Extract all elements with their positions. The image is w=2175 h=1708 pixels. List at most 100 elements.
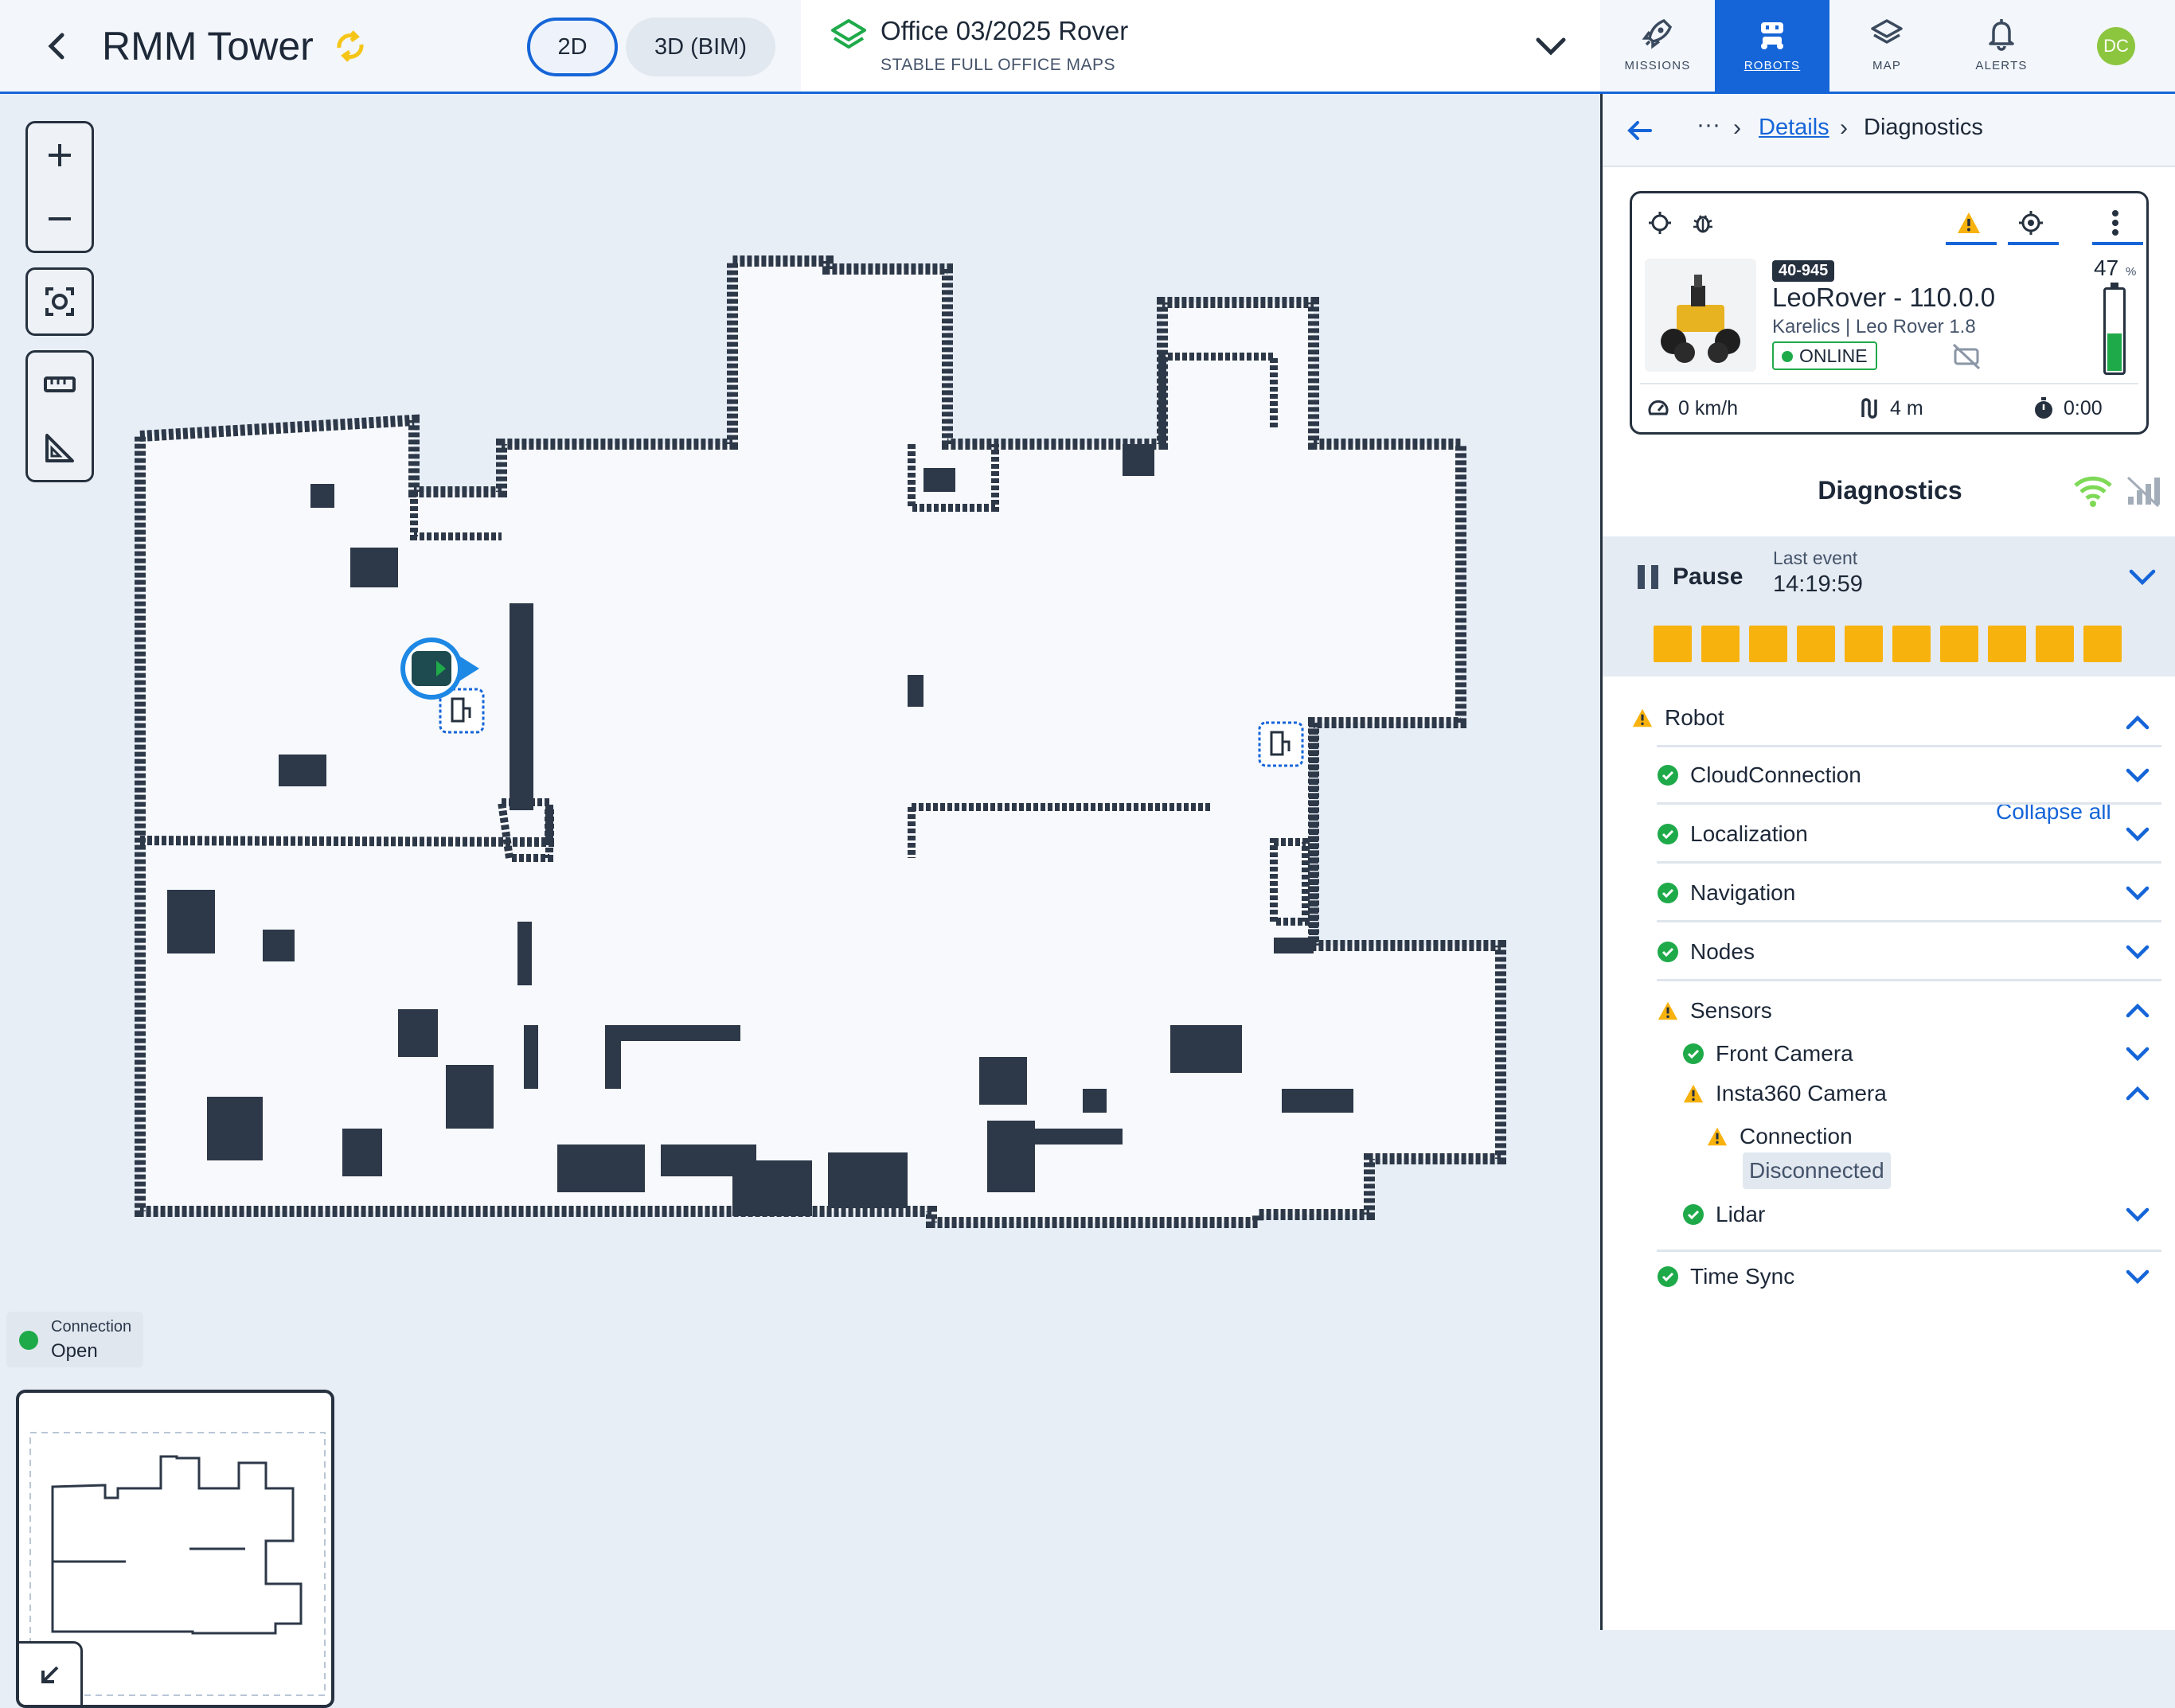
tree-item-label: Insta360 Camera [1716,1081,1887,1106]
chevron-up-icon[interactable] [2122,1078,2154,1109]
pause-icon[interactable] [1636,563,1660,591]
tree-item-front-camera[interactable]: Front Camera [1682,1041,1853,1067]
map-name: Office 03/2025 Rover [881,16,1129,45]
battery-fill [2107,333,2122,371]
speedometer-icon [1648,400,1669,415]
target-tab[interactable] [2013,205,2049,241]
divider [1657,920,2161,922]
event-bar[interactable] [1654,626,1692,662]
ruler-icon [44,376,76,392]
status-dot-icon [19,1331,38,1350]
nav-missions[interactable]: MISSIONS [1600,0,1715,92]
rocket-icon [1642,18,1673,49]
back-button[interactable] [35,24,80,68]
breadcrumb-separator: › [1733,115,1741,141]
chevron-down-icon[interactable] [2122,1261,2154,1293]
bug-icon [1693,215,1712,233]
focus-robot-button[interactable] [28,270,92,333]
charging-station-icon[interactable] [439,688,485,734]
nav-robots-label: ROBOTS [1744,59,1801,72]
breadcrumb-more[interactable]: ··· [1697,111,1720,138]
check-circle-icon [1658,942,1678,962]
robot-name: LeoRover - 110.0.0 [1772,283,1996,312]
tree-item-sensors[interactable]: Sensors [1657,998,1772,1024]
view-2d-button[interactable]: 2D [527,18,618,76]
chevron-down-icon[interactable] [2122,936,2154,968]
tree-item-navigation[interactable]: Navigation [1657,880,1795,906]
minus-icon [49,217,71,220]
event-bar[interactable] [2036,626,2074,662]
warning-icon [1683,1084,1704,1103]
tree-item-label: CloudConnection [1690,762,1861,787]
event-bar[interactable] [1892,626,1931,662]
event-bar[interactable] [1988,626,2026,662]
map-selector[interactable]: Office 03/2025 Rover STABLE FULL OFFICE … [801,0,1600,92]
tree-item-robot[interactable]: Robot [1631,705,1724,731]
event-bar[interactable] [1797,626,1835,662]
tree-item-insta360-camera[interactable]: Insta360 Camera [1682,1081,1887,1106]
tree-item-label: Robot [1665,705,1724,730]
view-3d-button[interactable]: 3D (BIM) [626,18,775,76]
event-bar[interactable] [2083,626,2122,662]
speed-stat: 0 km/h [1646,392,1738,424]
nav-robots[interactable]: ROBOTS [1715,0,1829,92]
chevron-up-icon[interactable] [2122,995,2154,1027]
target-icon [2019,211,2043,235]
minimap-collapse-button[interactable] [19,1641,83,1705]
event-bar[interactable] [1701,626,1740,662]
minimap[interactable] [16,1390,334,1708]
check-circle-icon [1683,1043,1704,1064]
angle-button[interactable] [28,416,92,480]
divider [1657,861,2161,864]
map-view[interactable]: Connection Open [0,94,1600,1708]
route-icon [1861,398,1877,419]
app-title: RMM Tower [102,24,314,68]
robot-panel: ··· › Details › Diagnostics 40-945 LeoRo… [1600,94,2175,1630]
event-bar[interactable] [1940,626,1978,662]
tree-item-cloudconnection[interactable]: CloudConnection [1657,762,1861,788]
tree-item-lidar[interactable]: Lidar [1682,1202,1765,1227]
connection-label: Connection [51,1318,132,1336]
zoom-out-button[interactable] [28,187,92,251]
more-options-button[interactable] [2097,205,2134,241]
chevron-down-icon[interactable] [2122,759,2154,791]
layers-icon [831,19,866,49]
nav-map[interactable]: MAP [1829,0,1944,92]
check-circle-icon [1683,1204,1704,1225]
event-bar[interactable] [1845,626,1883,662]
tree-item-label: Nodes [1690,939,1755,964]
tree-item-label: Lidar [1716,1202,1766,1226]
breadcrumb-details-link[interactable]: Details [1759,115,1829,141]
event-summary: Pause Last event 14:19:59 [1603,536,2175,677]
ruler-button[interactable] [28,353,92,416]
debug-button[interactable] [1685,205,1721,241]
tree-item-connection[interactable]: Connection [1706,1124,1853,1149]
chevron-down-icon[interactable] [2122,818,2154,850]
chevron-up-icon[interactable] [2122,707,2154,739]
chevron-down-icon[interactable] [2125,559,2160,594]
robot-model: Karelics | Leo Rover 1.8 [1772,316,1976,337]
battery-icon [2103,283,2126,375]
nav-alerts[interactable]: ALERTS [1944,0,2059,92]
tree-item-nodes[interactable]: Nodes [1657,939,1755,965]
connection-status: Connection Open [6,1312,143,1367]
zoom-in-button[interactable] [28,123,92,187]
robot-icon [1761,22,1783,49]
locate-button[interactable] [1642,205,1678,241]
arrow-left-icon[interactable] [1620,111,1658,150]
tree-item-label: Sensors [1690,998,1772,1023]
charging-station-icon[interactable] [1258,721,1304,767]
chevron-down-icon[interactable] [2122,877,2154,909]
divider [1657,979,2161,981]
alerts-tab[interactable] [1950,205,1987,241]
tree-item-time-sync[interactable]: Time Sync [1657,1264,1794,1289]
tree-item-label: Connection [1740,1124,1853,1148]
focus-controls [25,267,94,336]
user-avatar[interactable]: DC [2097,27,2135,65]
tree-item-localization[interactable]: Localization [1657,821,1808,847]
sync-icon[interactable] [331,27,369,65]
event-bar[interactable] [1749,626,1787,662]
check-circle-icon [1658,824,1678,844]
chevron-down-icon[interactable] [2122,1038,2154,1070]
chevron-down-icon[interactable] [2122,1199,2154,1230]
